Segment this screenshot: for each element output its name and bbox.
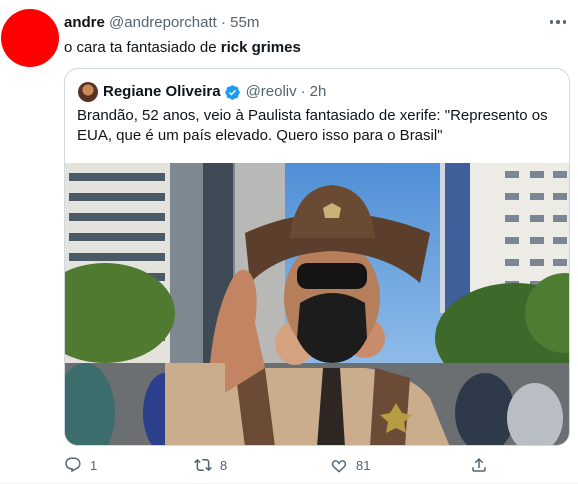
tweet-photo[interactable] (65, 163, 569, 445)
author-avatar[interactable] (1, 9, 59, 67)
reply-count: 1 (90, 457, 98, 473)
reply-icon (65, 457, 81, 473)
like-icon (331, 460, 347, 473)
quoted-header-separator: · (300, 83, 306, 100)
quoted-author-handle[interactable]: @reoliv (246, 82, 297, 102)
retweet-icon (194, 458, 212, 472)
tweet-text-prefix: o cara ta fantasiado de (64, 39, 221, 56)
retweet-count: 8 (220, 457, 228, 473)
share-icon (472, 457, 486, 472)
quoted-author-avatar[interactable] (78, 82, 98, 102)
share-button[interactable] (470, 456, 488, 474)
more-icon[interactable] (548, 12, 568, 32)
tweet-header: andre @andreporchatt · 55m (64, 14, 259, 32)
tweet-text-bold: rick grimes (220, 39, 301, 56)
quoted-tweet[interactable]: Regiane Oliveira @reoliv · 2h Brandão, 5… (64, 68, 570, 446)
tweet[interactable]: andre @andreporchatt · 55m o cara ta fan… (0, 0, 578, 484)
reply-button[interactable]: 1 (64, 456, 97, 474)
author-handle[interactable]: @andreporchatt (109, 14, 217, 31)
quoted-tweet-header: Regiane Oliveira @reoliv · 2h (103, 82, 326, 102)
sheriff-costume-photo (65, 163, 569, 445)
quoted-author-name[interactable]: Regiane Oliveira (103, 82, 221, 102)
tweet-text: o cara ta fantasiado de rick grimes (64, 38, 301, 58)
quoted-tweet-timestamp[interactable]: 2h (310, 82, 327, 102)
header-separator: · (221, 14, 226, 31)
quoted-tweet-text: Brandão, 52 anos, veio à Paulista fantas… (77, 107, 548, 144)
like-count: 81 (356, 457, 371, 473)
tweet-actions: 1 8 81 (64, 456, 544, 478)
verified-badge-icon (224, 84, 240, 100)
retweet-button[interactable]: 8 (194, 456, 227, 474)
author-name[interactable]: andre (64, 14, 105, 31)
tweet-timestamp[interactable]: 55m (230, 14, 259, 31)
like-button[interactable]: 81 (330, 456, 370, 474)
